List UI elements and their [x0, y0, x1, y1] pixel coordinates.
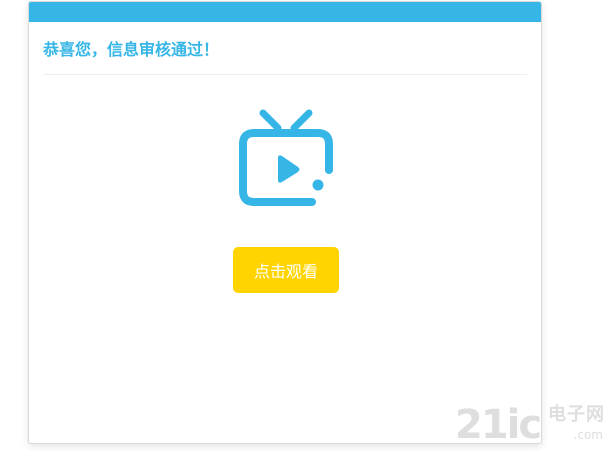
title-divider — [43, 74, 527, 75]
watermark-number: 21ic — [455, 402, 542, 448]
card-header-bar — [29, 2, 541, 22]
approval-card: 恭喜您，信息审核通过！ 点击观看 — [28, 1, 542, 444]
watch-button[interactable]: 点击观看 — [233, 247, 339, 293]
page: 恭喜您，信息审核通过！ 点击观看 21ic 电子网 .com — [0, 0, 611, 451]
watermark-logo: 21ic 电子网 .com — [455, 403, 605, 447]
card-title: 恭喜您，信息审核通过！ — [43, 40, 220, 59]
watermark-brand: 电子网 — [548, 404, 605, 425]
watermark-url: .com — [573, 428, 603, 442]
tv-play-icon — [239, 109, 333, 206]
